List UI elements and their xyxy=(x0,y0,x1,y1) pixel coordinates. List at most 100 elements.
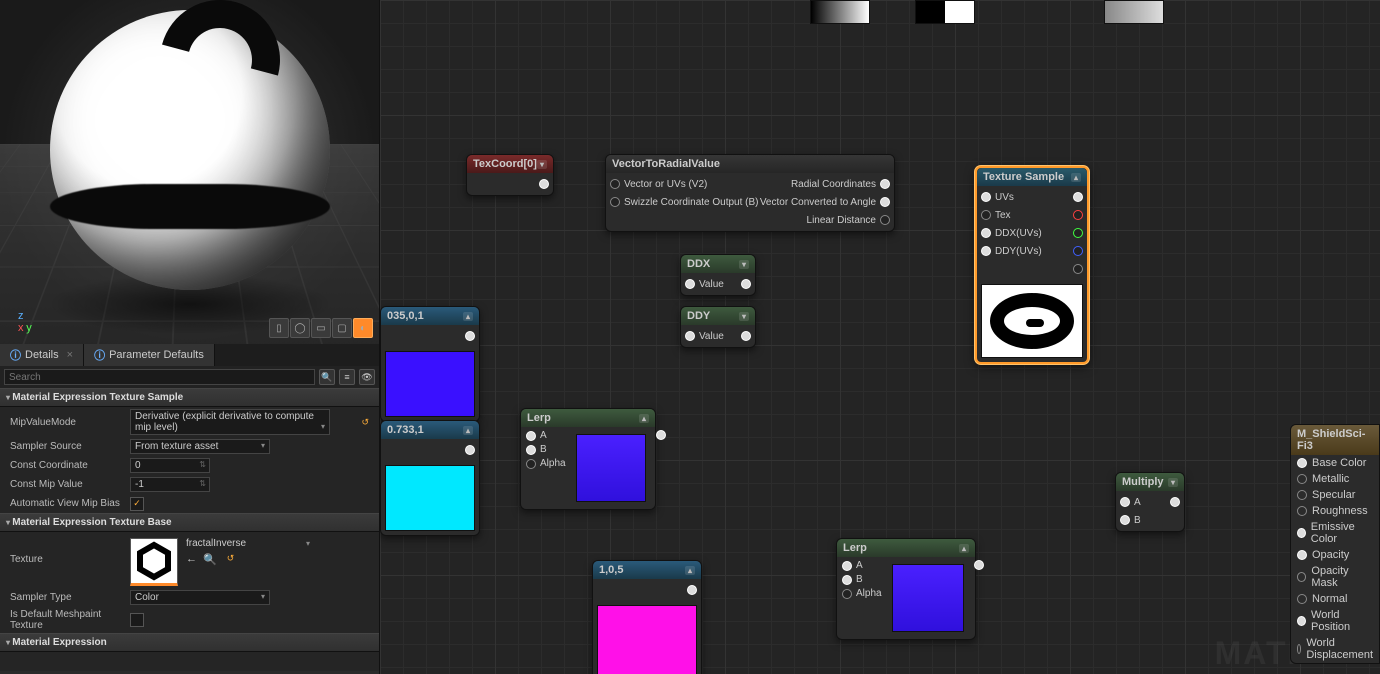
collapse-icon[interactable]: ▾ xyxy=(739,260,749,269)
output-pin[interactable] xyxy=(539,179,549,189)
output-pin[interactable] xyxy=(656,430,666,440)
collapse-icon[interactable]: ▴ xyxy=(685,566,695,575)
panel-tabs: ⓘDetails× ⓘParameter Defaults xyxy=(0,344,379,366)
viewport-shape-buttons: ▯ ◯ ▭ ▢ ◐ xyxy=(269,318,373,338)
close-icon[interactable]: × xyxy=(67,349,73,361)
input-pin[interactable] xyxy=(685,279,695,289)
output-pin-a[interactable] xyxy=(1073,264,1083,274)
shape-cube-button[interactable]: ▢ xyxy=(332,318,352,338)
node-material-output[interactable]: M_ShieldSci-Fi3 Base Color Metallic Spec… xyxy=(1290,424,1380,664)
reset-icon[interactable]: ↺ xyxy=(361,417,369,428)
asset-browse-icon[interactable]: 🔍 xyxy=(203,553,217,566)
output-pin[interactable] xyxy=(880,215,890,225)
output-pin[interactable] xyxy=(465,331,475,341)
material-graph[interactable]: MATERIA TexCoord[0]▾ VectorToRadialValue… xyxy=(380,0,1380,674)
input-pin-alpha[interactable] xyxy=(842,589,852,599)
output-pin[interactable] xyxy=(974,560,984,570)
input-pin-alpha[interactable] xyxy=(526,459,536,469)
node-multiply[interactable]: Multiply▾ A B xyxy=(1115,472,1185,532)
tab-details[interactable]: ⓘDetails× xyxy=(0,344,84,366)
section-texture-base[interactable]: Material Expression Texture Base xyxy=(0,513,379,532)
node-preview-cut xyxy=(810,0,870,24)
input-pin-metallic[interactable] xyxy=(1297,474,1307,484)
collapse-icon[interactable]: ▴ xyxy=(463,312,473,321)
node-texturesample[interactable]: Texture Sample▴ UVs Tex DDX(UVs) DDY(UVs… xyxy=(975,166,1089,364)
input-pin[interactable] xyxy=(610,197,620,207)
input-pin-opacity[interactable] xyxy=(1297,550,1307,560)
input-pin-a[interactable] xyxy=(842,561,852,571)
input-pin-b[interactable] xyxy=(1120,515,1130,525)
output-pin[interactable] xyxy=(1170,497,1180,507)
texture-thumbnail[interactable] xyxy=(130,538,178,586)
input-pin-uvs[interactable] xyxy=(981,192,991,202)
input-pin-normal[interactable] xyxy=(1297,594,1307,604)
input-pin-opacitymask[interactable] xyxy=(1297,572,1306,582)
output-pin[interactable] xyxy=(880,179,890,189)
filter-icon[interactable]: ≡ xyxy=(339,369,355,385)
shape-mesh-button[interactable]: ◐ xyxy=(353,318,373,338)
node-lerp-1[interactable]: Lerp▴ A B Alpha xyxy=(520,408,656,510)
prop-label: Const Mip Value xyxy=(10,479,130,490)
collapse-icon[interactable]: ▾ xyxy=(739,312,749,321)
node-ddy[interactable]: DDY▾ Value xyxy=(680,306,756,348)
input-pin-roughness[interactable] xyxy=(1297,506,1307,516)
autoviewmipbias-checkbox[interactable]: ✓ xyxy=(130,497,144,511)
mipvaluemode-dropdown[interactable]: Derivative (explicit derivative to compu… xyxy=(130,409,330,435)
shape-plane-button[interactable]: ▭ xyxy=(311,318,331,338)
reset-icon[interactable]: ↺ xyxy=(227,553,235,566)
shape-sphere-button[interactable]: ◯ xyxy=(290,318,310,338)
input-pin-worlddisp[interactable] xyxy=(1297,644,1301,654)
input-pin-ddx[interactable] xyxy=(981,228,991,238)
search-icon[interactable]: 🔍 xyxy=(319,369,335,385)
node-ddx[interactable]: DDX▾ Value xyxy=(680,254,756,296)
collapse-icon[interactable]: ▴ xyxy=(959,544,969,553)
collapse-icon[interactable]: ▾ xyxy=(1168,478,1178,487)
prop-label: Sampler Source xyxy=(10,441,130,452)
collapse-icon[interactable]: ▴ xyxy=(1071,173,1081,182)
input-pin-b[interactable] xyxy=(526,445,536,455)
search-input[interactable] xyxy=(4,369,315,385)
collapse-icon[interactable]: ▴ xyxy=(639,414,649,423)
input-pin[interactable] xyxy=(610,179,620,189)
output-pin[interactable] xyxy=(465,445,475,455)
visibility-icon[interactable]: 👁 xyxy=(359,369,375,385)
input-pin-ddy[interactable] xyxy=(981,246,991,256)
prop-label: Texture xyxy=(10,538,130,565)
output-pin-rgb[interactable] xyxy=(1073,192,1083,202)
input-pin-a[interactable] xyxy=(1120,497,1130,507)
input-pin-b[interactable] xyxy=(842,575,852,585)
node-constant-blue[interactable]: 035,0,1▴ xyxy=(380,306,480,422)
node-lerp-2[interactable]: Lerp▴ A B Alpha xyxy=(836,538,976,640)
node-vectortoradial[interactable]: VectorToRadialValue Vector or UVs (V2)Ra… xyxy=(605,154,895,232)
node-constant-cyan[interactable]: 0.733,1▴ xyxy=(380,420,480,536)
output-pin[interactable] xyxy=(687,585,697,595)
input-pin-basecolor[interactable] xyxy=(1297,458,1307,468)
input-pin-emissive[interactable] xyxy=(1297,528,1306,538)
output-pin-b[interactable] xyxy=(1073,246,1083,256)
shape-cylinder-button[interactable]: ▯ xyxy=(269,318,289,338)
output-pin[interactable] xyxy=(741,279,751,289)
preview-viewport[interactable]: zx y ▯ ◯ ▭ ▢ ◐ xyxy=(0,0,379,344)
node-constant-magenta[interactable]: 1,0,5▴ xyxy=(592,560,702,674)
input-pin-a[interactable] xyxy=(526,431,536,441)
constcoord-field[interactable]: 0 xyxy=(130,458,210,473)
section-material-expression[interactable]: Material Expression xyxy=(0,633,379,652)
samplersource-dropdown[interactable]: From texture asset xyxy=(130,439,270,454)
defaultmeshpaint-checkbox[interactable] xyxy=(130,613,144,627)
collapse-icon[interactable]: ▴ xyxy=(463,426,473,435)
input-pin-specular[interactable] xyxy=(1297,490,1307,500)
input-pin-worldpos[interactable] xyxy=(1297,616,1306,626)
asset-back-icon[interactable]: ← xyxy=(186,553,197,566)
output-pin[interactable] xyxy=(741,331,751,341)
output-pin-g[interactable] xyxy=(1073,228,1083,238)
output-pin[interactable] xyxy=(880,197,890,207)
collapse-icon[interactable]: ▾ xyxy=(537,160,547,169)
tab-parameter-defaults[interactable]: ⓘParameter Defaults xyxy=(84,344,215,366)
constmip-field[interactable]: -1 xyxy=(130,477,210,492)
node-texcoord[interactable]: TexCoord[0]▾ xyxy=(466,154,554,196)
output-pin-r[interactable] xyxy=(1073,210,1083,220)
samplertype-dropdown[interactable]: Color xyxy=(130,590,270,605)
section-texture-sample[interactable]: Material Expression Texture Sample xyxy=(0,388,379,407)
input-pin-tex[interactable] xyxy=(981,210,991,220)
input-pin[interactable] xyxy=(685,331,695,341)
